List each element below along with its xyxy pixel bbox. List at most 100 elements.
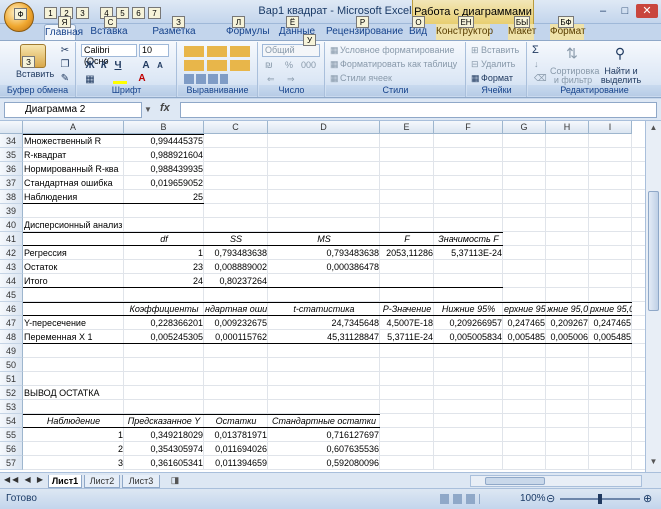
cell-D47[interactable]: 24,7345648	[268, 316, 380, 330]
currency-icon[interactable]: ₪	[265, 60, 273, 70]
cell-A47[interactable]: Y-пересечение	[23, 316, 124, 330]
thousands-button[interactable]: 000	[301, 60, 316, 70]
font-size-box[interactable]: 10	[139, 44, 169, 57]
cell-B56[interactable]: 0,354305974	[124, 442, 204, 456]
format-as-table-button[interactable]: Форматировать как таблицу	[340, 59, 457, 69]
sheet-tab[interactable]: Лист1	[48, 475, 82, 488]
cell-D43[interactable]: 0,000386478	[268, 260, 380, 274]
row-header[interactable]: 56	[0, 442, 23, 456]
cell-A40[interactable]: Дисперсионный анализ	[23, 218, 223, 232]
row-header[interactable]: 42	[0, 246, 23, 260]
shrink-font-button[interactable]: A	[153, 59, 167, 72]
cell-F46[interactable]: Нижние 95%	[434, 302, 503, 316]
cell-B57[interactable]: 0,361605341	[124, 456, 204, 470]
column-header[interactable]: E	[380, 121, 434, 134]
maximize-button[interactable]: □	[614, 4, 636, 18]
spreadsheet-grid[interactable]: A B C D E F G H I 34 Множественный R 0,994445375 35 R…	[0, 121, 645, 472]
h-scroll-thumb[interactable]	[485, 477, 545, 485]
row-header[interactable]: 49	[0, 344, 23, 358]
column-header[interactable]: C	[204, 121, 268, 134]
insert-function-button[interactable]: fx	[160, 102, 170, 114]
close-button[interactable]: ✕	[636, 4, 658, 18]
bold-button[interactable]: Ж	[83, 59, 97, 72]
select-all-corner[interactable]	[0, 121, 23, 134]
cell-A37[interactable]: Стандартная ошибка	[23, 176, 124, 190]
scroll-down-icon[interactable]: ▼	[648, 457, 659, 469]
cell-I47[interactable]: 0,247465	[589, 316, 632, 330]
cell-A52[interactable]: ВЫВОД ОСТАТКА	[23, 386, 223, 400]
column-header[interactable]: I	[589, 121, 632, 134]
cell-H47[interactable]: 0,209267	[546, 316, 589, 330]
font-color-icon[interactable]: A	[135, 72, 149, 85]
cell-E46[interactable]: P-Значение	[380, 302, 434, 316]
cell-D48[interactable]: 45,31128847	[268, 330, 380, 344]
percent-button[interactable]: %	[285, 60, 293, 70]
name-box-dropdown-icon[interactable]: ▼	[144, 105, 152, 114]
formula-input[interactable]	[180, 102, 657, 118]
autosum-button[interactable]: Σ	[532, 44, 539, 56]
row-header[interactable]: 45	[0, 288, 23, 302]
cell-C48[interactable]: 0,000115762	[204, 330, 268, 344]
italic-button[interactable]: К	[97, 59, 111, 72]
cell-B35[interactable]: 0,988921604	[124, 148, 204, 162]
row-header[interactable]: 53	[0, 400, 23, 414]
row-header[interactable]: 41	[0, 232, 23, 246]
indent-icons[interactable]	[184, 74, 228, 84]
cell-C54[interactable]: Остатки	[204, 414, 268, 428]
row-header[interactable]: 48	[0, 330, 23, 344]
cell-C41[interactable]: SS	[204, 232, 268, 246]
horizontal-scrollbar[interactable]	[470, 475, 642, 487]
vertical-scrollbar[interactable]: ▲ ▼	[645, 121, 661, 472]
minimize-button[interactable]: –	[592, 4, 614, 18]
format-painter-icon[interactable]: ✎	[58, 72, 72, 85]
horizontal-align-icons[interactable]	[184, 60, 250, 71]
row-header[interactable]: 54	[0, 414, 23, 428]
cell-A55[interactable]: 1	[23, 428, 124, 442]
cell-F48[interactable]: 0,005005834	[434, 330, 503, 344]
cell-G48[interactable]: 0,005485	[503, 330, 546, 344]
fill-color-icon[interactable]	[113, 74, 127, 84]
cell-C46[interactable]: ндартная оши	[204, 302, 268, 316]
quick-access-button[interactable]: 3	[76, 7, 89, 19]
name-box[interactable]: Диаграмма 2	[4, 102, 142, 118]
quick-access-button[interactable]: 5	[116, 7, 129, 19]
cell-G46[interactable]: ерхние 95%	[503, 302, 546, 316]
row-header[interactable]: 36	[0, 162, 23, 176]
cell-A54[interactable]: Наблюдение	[23, 414, 124, 428]
cell-F47[interactable]: 0,209266957	[434, 316, 503, 330]
row-header[interactable]: 55	[0, 428, 23, 442]
cut-icon[interactable]: ✂	[58, 44, 72, 57]
cell-B42[interactable]: 1	[124, 246, 204, 260]
cell-B37[interactable]: 0,019659052	[124, 176, 204, 190]
column-header[interactable]: A	[23, 121, 124, 134]
cell-A48[interactable]: Переменная X 1	[23, 330, 124, 344]
cell-C55[interactable]: 0,013781971	[204, 428, 268, 442]
cell-C43[interactable]: 0,008889002	[204, 260, 268, 274]
paste-button[interactable]: Вставить	[16, 69, 54, 79]
cell-E48[interactable]: 5,3711E-24	[380, 330, 434, 344]
sheet-tab[interactable]: Лист2	[84, 475, 120, 488]
row-header[interactable]: 39	[0, 204, 23, 218]
row-header[interactable]: 34	[0, 134, 23, 148]
new-sheet-icon[interactable]: ◨	[168, 475, 182, 487]
cell-B34[interactable]: 0,994445375	[124, 134, 204, 148]
cell-B46[interactable]: Коэффициенты	[124, 302, 204, 316]
conditional-formatting-button[interactable]: Условное форматирование	[340, 45, 455, 55]
cell-D55[interactable]: 0,716127697	[268, 428, 380, 442]
zoom-out-icon[interactable]: ⊝	[546, 492, 555, 505]
underline-button[interactable]: Ч	[111, 59, 125, 72]
cell-I48[interactable]: 0,005485	[589, 330, 632, 344]
cell-A43[interactable]: Остаток	[23, 260, 124, 274]
cell-D46[interactable]: t-статистика	[268, 302, 380, 316]
zoom-level[interactable]: 100%	[520, 493, 546, 504]
zoom-slider-thumb[interactable]	[598, 494, 602, 504]
row-header[interactable]: 40	[0, 218, 23, 232]
row-header[interactable]: 43	[0, 260, 23, 274]
cell-C57[interactable]: 0,011394659	[204, 456, 268, 470]
cell-D54[interactable]: Стандартные остатки	[268, 414, 380, 428]
quick-access-button[interactable]: 1	[44, 7, 57, 19]
cell-B43[interactable]: 23	[124, 260, 204, 274]
column-header[interactable]: D	[268, 121, 380, 134]
row-header[interactable]: 38	[0, 190, 23, 204]
cell-C56[interactable]: 0,011694026	[204, 442, 268, 456]
